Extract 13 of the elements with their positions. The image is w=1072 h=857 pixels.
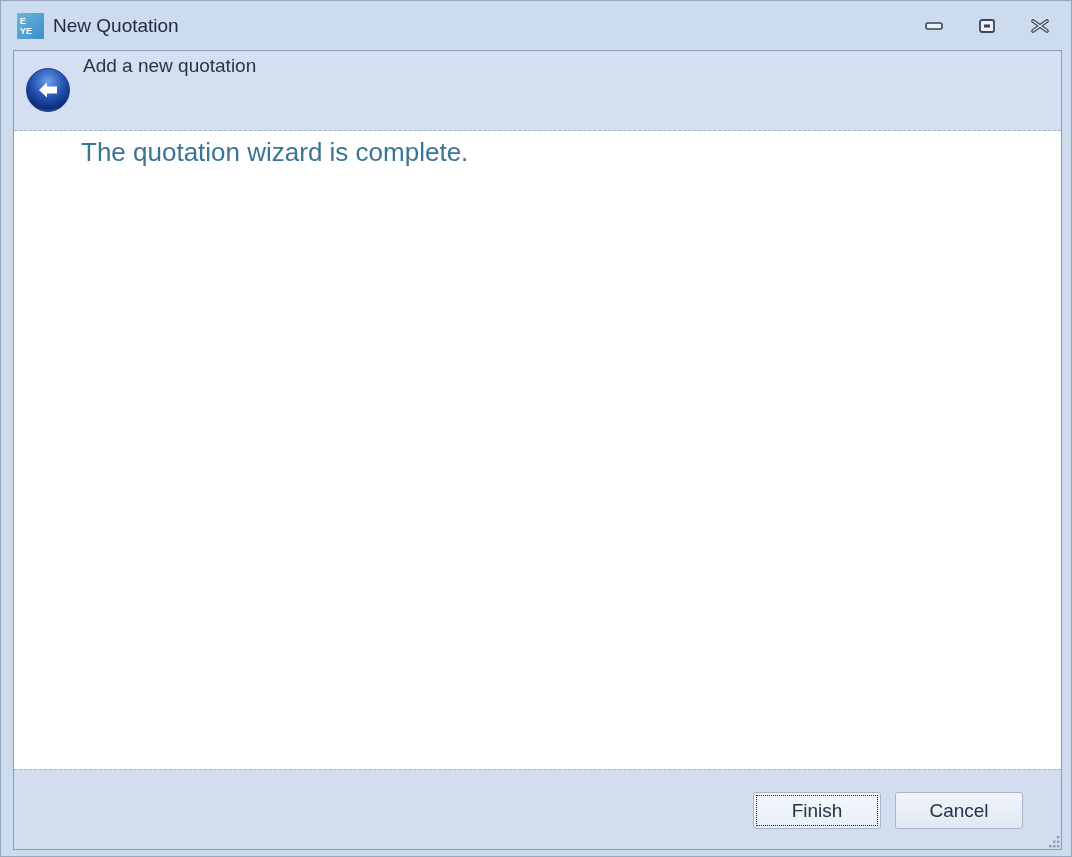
- logo-letters: E: [20, 15, 26, 26]
- logo-letters: YE: [20, 25, 32, 36]
- minimize-icon: [925, 21, 943, 30]
- left-arrow-icon: [38, 81, 58, 99]
- completion-message: The quotation wizard is complete.: [81, 137, 469, 167]
- window-title: New Quotation: [53, 14, 179, 37]
- close-icon: [1031, 18, 1049, 33]
- back-button[interactable]: [26, 68, 70, 112]
- wizard-step-title: Add a new quotation: [83, 55, 257, 77]
- maximize-icon: [979, 18, 995, 33]
- resize-grip-icon[interactable]: [1048, 836, 1060, 848]
- cancel-button[interactable]: Cancel: [895, 792, 1023, 829]
- finish-button[interactable]: Finish: [753, 792, 881, 829]
